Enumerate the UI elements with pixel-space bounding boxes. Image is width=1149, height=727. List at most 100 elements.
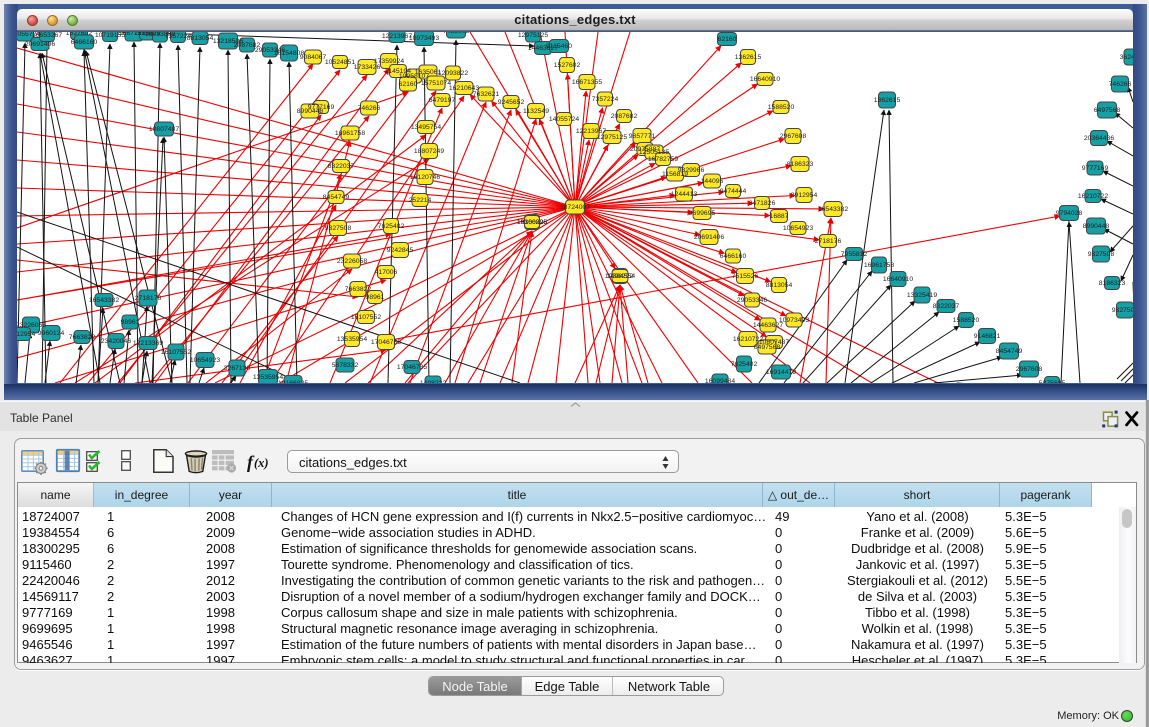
svg-text:746266: 746266 bbox=[1109, 81, 1132, 88]
svg-text:9857771: 9857771 bbox=[629, 133, 656, 140]
svg-text:18807249: 18807249 bbox=[414, 148, 444, 155]
svg-text:6497568: 6497568 bbox=[754, 344, 781, 351]
svg-text:9699695: 9699695 bbox=[689, 210, 716, 217]
svg-text:7632621: 7632621 bbox=[473, 91, 500, 98]
svg-text:746266: 746266 bbox=[358, 105, 381, 112]
svg-text:9242845: 9242845 bbox=[387, 247, 414, 254]
svg-text:7625402: 7625402 bbox=[731, 361, 758, 368]
svg-text:8813054: 8813054 bbox=[766, 282, 793, 289]
svg-text:1588520: 1588520 bbox=[953, 317, 980, 324]
svg-text:29053346: 29053346 bbox=[737, 297, 767, 304]
svg-text:13535954: 13535954 bbox=[337, 336, 367, 343]
svg-text:8322037: 8322037 bbox=[328, 163, 355, 170]
svg-text:144095: 144095 bbox=[701, 178, 724, 185]
svg-text:16961758: 16961758 bbox=[864, 262, 894, 269]
svg-text:2087682: 2087682 bbox=[611, 113, 638, 120]
svg-text:1588520: 1588520 bbox=[768, 104, 795, 111]
svg-text:16640910: 16640910 bbox=[883, 276, 913, 283]
svg-text:1132549: 1132549 bbox=[523, 108, 549, 115]
svg-text:16107552: 16107552 bbox=[351, 314, 381, 321]
svg-text:3624554: 3624554 bbox=[1120, 54, 1133, 61]
svg-text:6466160: 6466160 bbox=[720, 253, 747, 260]
svg-text:16210722: 16210722 bbox=[733, 336, 763, 343]
svg-text:23226058: 23226058 bbox=[337, 258, 367, 265]
svg-text:18724007: 18724007 bbox=[560, 204, 590, 211]
svg-text:9146821: 9146821 bbox=[974, 333, 1001, 340]
svg-text:1527602: 1527602 bbox=[554, 62, 581, 69]
svg-text:98961: 98961 bbox=[366, 294, 385, 301]
svg-text:6497568: 6497568 bbox=[1094, 107, 1121, 114]
svg-text:8186323: 8186323 bbox=[787, 161, 814, 168]
svg-text:1362615: 1362615 bbox=[874, 97, 901, 104]
svg-text:8186323: 8186323 bbox=[1099, 280, 1126, 287]
svg-text:10654923: 10654923 bbox=[783, 225, 813, 232]
svg-text:19384554: 19384554 bbox=[605, 273, 635, 280]
svg-text:16210722: 16210722 bbox=[1078, 193, 1108, 200]
svg-text:16671355: 16671355 bbox=[572, 79, 602, 86]
svg-text:7357224: 7357224 bbox=[592, 96, 619, 103]
svg-text:7485003: 7485003 bbox=[443, 32, 470, 35]
svg-text:16961758: 16961758 bbox=[335, 130, 365, 137]
svg-text:8990448: 8990448 bbox=[297, 108, 324, 115]
svg-text:5875685: 5875685 bbox=[1039, 380, 1066, 383]
svg-text:6479197: 6479197 bbox=[429, 97, 456, 104]
svg-text:16914479: 16914479 bbox=[766, 369, 796, 376]
svg-text:417006: 417006 bbox=[375, 269, 398, 276]
svg-text:14055724: 14055724 bbox=[549, 116, 579, 123]
svg-text:8454749: 8454749 bbox=[323, 194, 350, 201]
svg-text:8912954: 8912954 bbox=[791, 192, 818, 199]
svg-text:10973493: 10973493 bbox=[409, 35, 439, 42]
svg-text:252214: 252214 bbox=[409, 197, 432, 204]
svg-text:20691406: 20691406 bbox=[694, 234, 724, 241]
svg-text:18300295: 18300295 bbox=[517, 219, 547, 226]
svg-text:14463627: 14463627 bbox=[753, 322, 783, 329]
svg-text:12213967: 12213967 bbox=[382, 33, 412, 40]
svg-text:9084067: 9084067 bbox=[300, 54, 327, 61]
svg-text:2967608: 2967608 bbox=[780, 133, 807, 140]
svg-text:16887: 16887 bbox=[770, 213, 789, 220]
svg-text:17359924: 17359924 bbox=[374, 58, 404, 65]
svg-text:13495754: 13495754 bbox=[411, 124, 441, 131]
svg-text:16782759: 16782759 bbox=[648, 156, 678, 163]
svg-text:17046785: 17046785 bbox=[397, 364, 427, 371]
svg-text:9329966: 9329966 bbox=[678, 167, 705, 174]
svg-text:9474444: 9474444 bbox=[720, 188, 747, 195]
svg-text:12975125: 12975125 bbox=[518, 32, 548, 39]
svg-text:9327508: 9327508 bbox=[325, 225, 352, 232]
svg-text:9327508: 9327508 bbox=[1088, 251, 1115, 258]
svg-text:62160: 62160 bbox=[399, 81, 418, 88]
svg-text:7955812: 7955812 bbox=[841, 251, 868, 258]
svg-text:9327505: 9327505 bbox=[1112, 307, 1133, 314]
svg-text:2718176: 2718176 bbox=[815, 238, 842, 245]
svg-text:7515526: 7515526 bbox=[732, 273, 759, 280]
svg-text:10973493: 10973493 bbox=[779, 317, 809, 324]
svg-text:1244413: 1244413 bbox=[671, 191, 698, 198]
svg-text:1498222: 1498222 bbox=[420, 380, 447, 383]
svg-text:1733426: 1733426 bbox=[354, 64, 381, 71]
svg-text:12093822: 12093822 bbox=[438, 70, 468, 77]
svg-text:12975125: 12975125 bbox=[597, 134, 627, 141]
svg-text:16099484: 16099484 bbox=[705, 378, 735, 383]
svg-text:7663822: 7663822 bbox=[345, 286, 372, 293]
svg-text:9245652: 9245652 bbox=[498, 99, 525, 106]
svg-text:1362615: 1362615 bbox=[735, 54, 762, 61]
svg-text:10524851: 10524851 bbox=[325, 59, 355, 66]
svg-text:13325419: 13325419 bbox=[907, 292, 937, 299]
svg-text:8990448: 8990448 bbox=[1083, 223, 1110, 230]
svg-text:12505135: 12505135 bbox=[639, 149, 669, 156]
svg-text:17046785: 17046785 bbox=[371, 339, 401, 346]
svg-text:16640910: 16640910 bbox=[750, 76, 780, 83]
svg-text:62160: 62160 bbox=[718, 36, 737, 43]
svg-text:20364436: 20364436 bbox=[1084, 135, 1114, 142]
svg-text:16543382: 16543382 bbox=[818, 206, 848, 213]
svg-text:5878332: 5878332 bbox=[332, 362, 359, 369]
svg-text:9777169: 9777169 bbox=[1082, 165, 1109, 172]
svg-text:9115460: 9115460 bbox=[546, 43, 572, 50]
svg-text:8471826: 8471826 bbox=[749, 200, 776, 207]
svg-text:8322037: 8322037 bbox=[933, 303, 960, 310]
svg-text:16120746: 16120746 bbox=[410, 174, 440, 181]
svg-text:7625402: 7625402 bbox=[378, 223, 405, 230]
svg-text:8454749: 8454749 bbox=[996, 348, 1023, 355]
svg-text:2967608: 2967608 bbox=[1016, 366, 1043, 373]
svg-text:15751074: 15751074 bbox=[421, 80, 451, 87]
